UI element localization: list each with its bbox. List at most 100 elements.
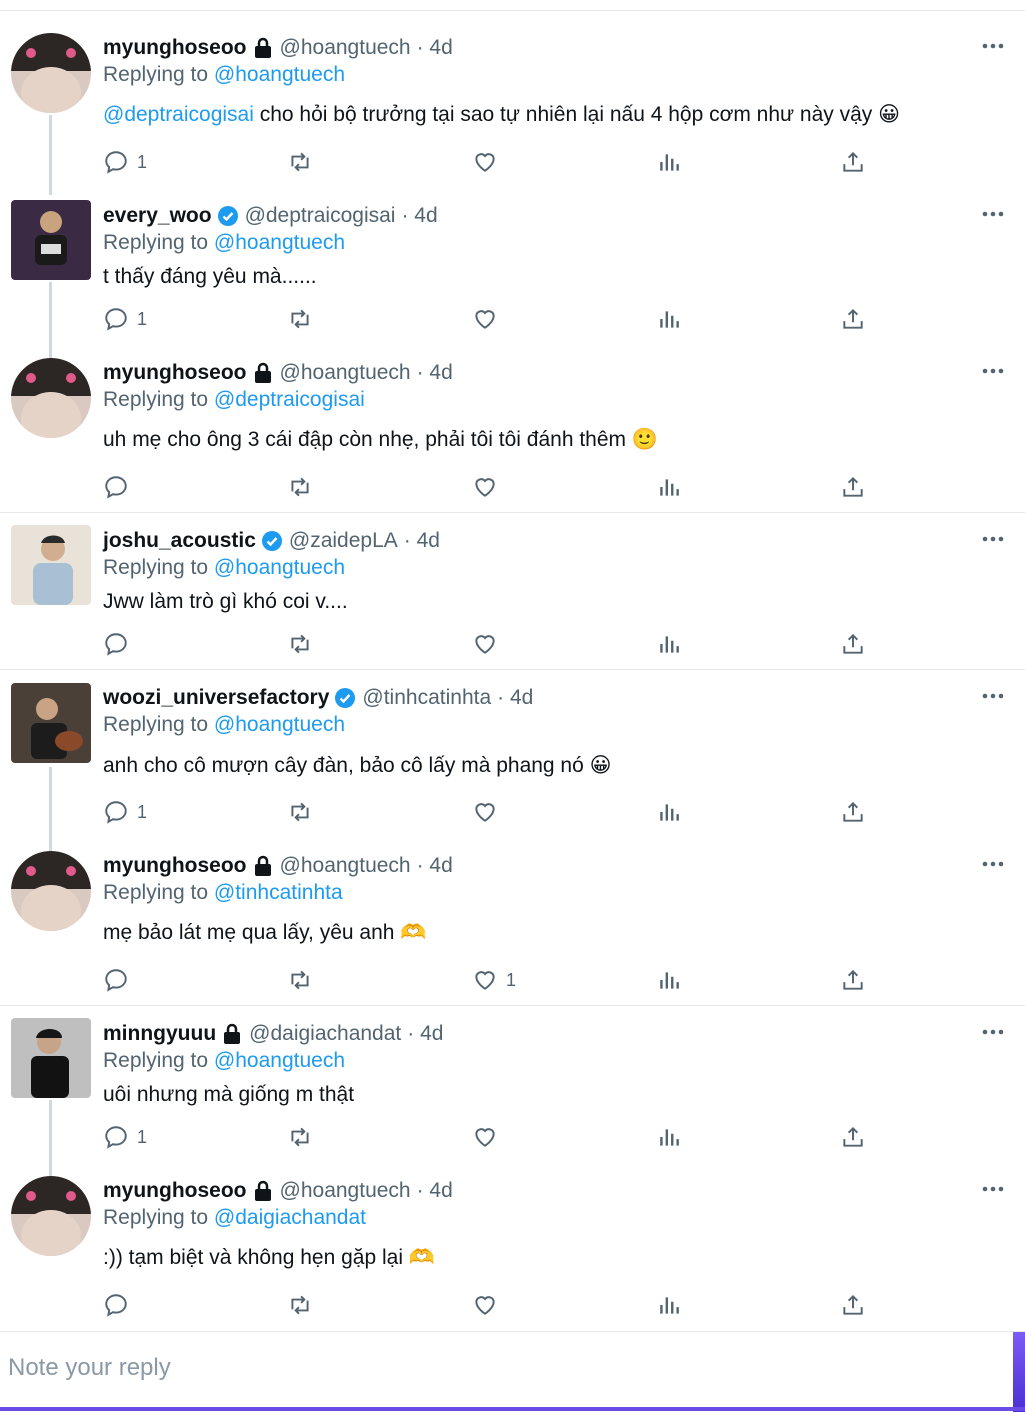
replying-to-link[interactable]: @hoangtuech bbox=[214, 63, 345, 86]
avatar[interactable] bbox=[11, 525, 91, 605]
like-button[interactable] bbox=[472, 147, 506, 177]
views-button[interactable] bbox=[656, 629, 682, 659]
reply-input[interactable]: Note your reply bbox=[8, 1354, 171, 1382]
tweet-text: :)) tạm biệt và không hẹn gặp lại 🫶 bbox=[103, 1246, 435, 1269]
reply-button[interactable] bbox=[103, 472, 137, 502]
more-icon[interactable] bbox=[982, 368, 1004, 374]
views-button[interactable] bbox=[656, 797, 682, 827]
like-button[interactable] bbox=[472, 1122, 506, 1152]
reply-button[interactable] bbox=[103, 965, 137, 995]
display-name[interactable]: myunghoseoo bbox=[103, 1179, 247, 1203]
views-button[interactable] bbox=[656, 472, 682, 502]
views-button[interactable] bbox=[656, 147, 682, 177]
user-handle[interactable]: @deptraicogisai bbox=[245, 204, 396, 228]
timestamp[interactable]: · 4d bbox=[401, 204, 437, 228]
display-name[interactable]: myunghoseoo bbox=[103, 361, 247, 385]
share-button[interactable] bbox=[840, 472, 866, 502]
more-icon[interactable] bbox=[982, 43, 1004, 49]
avatar[interactable] bbox=[11, 1018, 91, 1098]
more-icon[interactable] bbox=[982, 861, 1004, 867]
timestamp[interactable]: · 4d bbox=[417, 361, 453, 385]
replying-label: Replying to bbox=[103, 881, 209, 904]
views-button[interactable] bbox=[656, 1290, 682, 1320]
reply-button[interactable]: 1 bbox=[103, 147, 147, 177]
more-icon[interactable] bbox=[982, 211, 1004, 217]
replying-to-link[interactable]: @hoangtuech bbox=[214, 231, 345, 254]
reply-button[interactable]: 1 bbox=[103, 797, 147, 827]
lock-icon bbox=[252, 1180, 274, 1202]
user-handle[interactable]: @hoangtuech bbox=[280, 36, 411, 60]
like-button[interactable] bbox=[472, 1290, 506, 1320]
replying-to-link[interactable]: @daigiachandat bbox=[214, 1206, 366, 1229]
more-icon[interactable] bbox=[982, 1029, 1004, 1035]
user-handle[interactable]: @tinhcatinhta bbox=[362, 686, 491, 710]
retweet-icon bbox=[291, 634, 309, 654]
replying-to-link[interactable]: @tinhcatinhta bbox=[214, 881, 343, 904]
user-handle[interactable]: @hoangtuech bbox=[280, 361, 411, 385]
like-button[interactable] bbox=[472, 304, 506, 334]
lock-icon bbox=[252, 37, 274, 59]
views-button[interactable] bbox=[656, 304, 682, 334]
share-button[interactable] bbox=[840, 304, 866, 334]
retweet-button[interactable] bbox=[287, 797, 313, 827]
like-button[interactable]: 1 bbox=[472, 965, 516, 995]
timestamp[interactable]: · 4d bbox=[404, 529, 440, 553]
like-button[interactable] bbox=[472, 629, 506, 659]
display-name[interactable]: every_woo bbox=[103, 204, 212, 228]
retweet-button[interactable] bbox=[287, 304, 313, 334]
share-button[interactable] bbox=[840, 797, 866, 827]
more-icon[interactable] bbox=[982, 693, 1004, 699]
timestamp[interactable]: · 4d bbox=[417, 1179, 453, 1203]
retweet-button[interactable] bbox=[287, 1122, 313, 1152]
like-button[interactable] bbox=[472, 797, 506, 827]
reply-button[interactable]: 1 bbox=[103, 304, 147, 334]
avatar[interactable] bbox=[11, 851, 91, 931]
timestamp[interactable]: · 4d bbox=[417, 854, 453, 878]
retweet-button[interactable] bbox=[287, 629, 313, 659]
avatar[interactable] bbox=[11, 33, 91, 113]
timestamp[interactable]: · 4d bbox=[497, 686, 533, 710]
replying-to-link[interactable]: @hoangtuech bbox=[214, 556, 345, 579]
avatar[interactable] bbox=[11, 200, 91, 280]
views-icon bbox=[660, 311, 679, 328]
divider bbox=[0, 512, 1025, 513]
views-button[interactable] bbox=[656, 1122, 682, 1152]
reply-button[interactable] bbox=[103, 629, 137, 659]
share-button[interactable] bbox=[840, 1290, 866, 1320]
reply-button[interactable] bbox=[103, 1290, 137, 1320]
retweet-button[interactable] bbox=[287, 1290, 313, 1320]
avatar[interactable] bbox=[11, 358, 91, 438]
avatar[interactable] bbox=[11, 1176, 91, 1256]
retweet-button[interactable] bbox=[287, 472, 313, 502]
display-name[interactable]: myunghoseoo bbox=[103, 854, 247, 878]
share-button[interactable] bbox=[840, 965, 866, 995]
reply-button[interactable]: 1 bbox=[103, 1122, 147, 1152]
display-name[interactable]: minngyuuu bbox=[103, 1022, 216, 1046]
timestamp[interactable]: · 4d bbox=[407, 1022, 443, 1046]
retweet-button[interactable] bbox=[287, 965, 313, 995]
user-handle[interactable]: @daigiachandat bbox=[249, 1022, 401, 1046]
replying-to-link[interactable]: @hoangtuech bbox=[214, 1049, 345, 1072]
more-icon[interactable] bbox=[982, 1186, 1004, 1192]
timestamp[interactable]: · 4d bbox=[417, 36, 453, 60]
share-button[interactable] bbox=[840, 629, 866, 659]
views-icon bbox=[660, 636, 679, 653]
replying-to-link[interactable]: @hoangtuech bbox=[214, 713, 345, 736]
share-button[interactable] bbox=[840, 147, 866, 177]
like-button[interactable] bbox=[472, 472, 506, 502]
views-button[interactable] bbox=[656, 965, 682, 995]
retweet-button[interactable] bbox=[287, 147, 313, 177]
thread-line bbox=[49, 1100, 52, 1176]
display-name[interactable]: woozi_universefactory bbox=[103, 686, 329, 710]
display-name[interactable]: myunghoseoo bbox=[103, 36, 247, 60]
replying-to-link[interactable]: @deptraicogisai bbox=[214, 388, 365, 411]
reply-composer[interactable]: Note your reply bbox=[0, 1331, 1025, 1412]
mention-link[interactable]: @deptraicogisai bbox=[103, 103, 254, 126]
user-handle[interactable]: @hoangtuech bbox=[280, 1179, 411, 1203]
display-name[interactable]: joshu_acoustic bbox=[103, 529, 256, 553]
user-handle[interactable]: @hoangtuech bbox=[280, 854, 411, 878]
user-handle[interactable]: @zaidepLA bbox=[289, 529, 398, 553]
more-icon[interactable] bbox=[982, 536, 1004, 542]
share-button[interactable] bbox=[840, 1122, 866, 1152]
avatar[interactable] bbox=[11, 683, 91, 763]
